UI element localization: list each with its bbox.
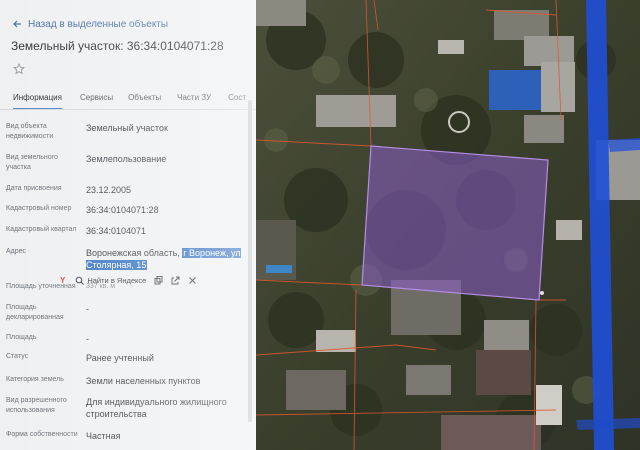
info-label: Кадастровый квартал bbox=[6, 226, 77, 233]
info-label: Дата присвоения bbox=[6, 185, 62, 192]
info-label: Вид объекта недвижимости bbox=[6, 123, 54, 140]
page-title: Земельный участок: 36:34:0104071:28 bbox=[11, 39, 224, 53]
info-label: Вид разрешенного использования bbox=[6, 397, 67, 414]
info-value: Ранее учтенный bbox=[86, 353, 154, 363]
info-value: 23.12.2005 bbox=[86, 185, 132, 195]
selected-parcel-highlight[interactable] bbox=[361, 145, 549, 301]
info-label: Адрес bbox=[6, 248, 27, 255]
tab-info[interactable]: Информация bbox=[13, 88, 62, 109]
parcel-vertex bbox=[540, 291, 544, 295]
tab-services[interactable]: Сервисы bbox=[80, 88, 113, 109]
satellite-map[interactable] bbox=[256, 0, 640, 450]
info-value: Земельный участок bbox=[86, 123, 168, 133]
info-label: Площадь уточненная bbox=[6, 283, 76, 290]
tab-objects[interactable]: Объекты bbox=[128, 88, 161, 109]
info-value: 337 кв. м bbox=[86, 283, 116, 290]
info-value: Для индивидуального жилищного строительс… bbox=[86, 397, 227, 419]
info-value: - bbox=[86, 334, 89, 344]
info-label: Площадь bbox=[6, 334, 37, 341]
panel-scrollbar[interactable] bbox=[248, 100, 252, 422]
back-link[interactable]: Назад в выделенные объекты bbox=[12, 17, 168, 31]
info-value[interactable]: 36:34:0104071:28 bbox=[86, 204, 254, 216]
info-value[interactable]: 36:34:0104071 bbox=[86, 225, 254, 237]
info-value[interactable]: Воронежская область, г Воронеж, ул Столя… bbox=[86, 247, 254, 271]
info-label: Площадь декларированная bbox=[6, 304, 64, 321]
tab-parts[interactable]: Части ЗУ bbox=[177, 88, 211, 109]
tab-bar: Информация Сервисы Объекты Части ЗУ Сост bbox=[0, 88, 256, 110]
tab-state[interactable]: Сост bbox=[228, 88, 246, 109]
info-label: Кадастровый номер bbox=[6, 205, 72, 212]
info-value: - bbox=[86, 304, 89, 314]
info-panel: Назад в выделенные объекты Земельный уча… bbox=[0, 0, 256, 450]
back-link-label[interactable]: Назад в выделенные объекты bbox=[28, 19, 168, 30]
arrow-left-icon bbox=[13, 20, 21, 28]
info-value: Частная bbox=[86, 431, 121, 441]
map-canvas[interactable] bbox=[256, 0, 640, 450]
info-label: Статус bbox=[6, 353, 29, 360]
info-value: Землепользование bbox=[86, 154, 167, 164]
star-icon[interactable] bbox=[13, 63, 25, 75]
info-label: Категория земель bbox=[6, 376, 64, 383]
address-prefix: Воронежская область, bbox=[86, 248, 183, 258]
info-value: Земли населенных пунктов bbox=[86, 376, 201, 386]
info-label: Форма собственности bbox=[6, 431, 78, 438]
info-label: Вид земельного участка bbox=[6, 154, 58, 171]
